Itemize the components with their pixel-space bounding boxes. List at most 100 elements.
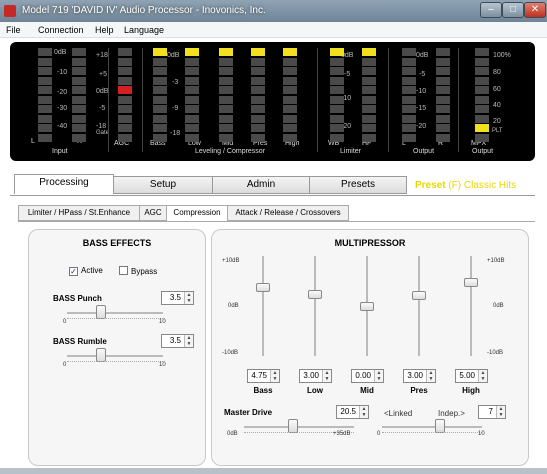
tab-admin[interactable]: Admin (212, 176, 310, 194)
band-pres-spinner[interactable]: 3.00 ▲ ▼ (403, 369, 436, 383)
band-pres-track (418, 256, 420, 356)
meter-segment (475, 105, 489, 113)
subtab-limiter[interactable]: Limiter / HPass / St.Enhance (18, 205, 140, 221)
spin-arrows-icon[interactable]: ▲ ▼ (426, 370, 435, 382)
meter-segment (402, 86, 416, 94)
bypass-checkbox[interactable]: Bypass (119, 266, 157, 276)
meter-segment (153, 133, 167, 142)
mpx-plt-label: PLT (492, 128, 503, 134)
meter-segment (283, 86, 297, 94)
menu-file[interactable]: File (6, 25, 21, 35)
spin-arrows-icon[interactable]: ▲ ▼ (496, 406, 505, 418)
spin-arrows-icon[interactable]: ▲ ▼ (184, 292, 193, 304)
lev-tick-1: -3 (172, 79, 179, 86)
menu-connection[interactable]: Connection (38, 25, 84, 35)
mpx-tick-2: 60 (493, 86, 501, 93)
subtab-agc[interactable]: AGC (139, 205, 167, 221)
band-mid-spinner[interactable]: 0.00 ▲ ▼ (351, 369, 384, 383)
bass-punch-label: BASS Punch (53, 294, 102, 303)
bass-punch-spinner[interactable]: 3.5 ▲ ▼ (161, 291, 194, 305)
link-slider[interactable] (435, 419, 445, 433)
close-button[interactable]: ✕ (524, 2, 546, 18)
menu-bar: File Connection Help Language (0, 22, 547, 38)
meter-segment (475, 57, 489, 66)
spin-arrows-icon[interactable]: ▲ ▼ (478, 370, 487, 382)
meter-segment (251, 57, 265, 66)
master-drive-slider[interactable] (288, 419, 298, 433)
preset-label: Preset (415, 180, 446, 191)
subtab-attack-release[interactable]: Attack / Release / Crossovers (227, 205, 349, 221)
bass-rumble-track (67, 355, 163, 357)
meter-segment (118, 95, 132, 104)
link-spinner[interactable]: 7 ▲ ▼ (478, 405, 506, 419)
meter-segment (436, 67, 450, 75)
input-tick-2: -20 (57, 89, 68, 96)
meter-segment (283, 76, 297, 85)
taskbar-strip (0, 468, 547, 474)
band-bass-value: 4.75 (251, 371, 267, 380)
input-tick-3: -30 (57, 105, 68, 112)
meter-segment (330, 48, 344, 56)
linked-label: <Linked (384, 409, 413, 418)
meter-segment (330, 57, 344, 66)
tab-presets[interactable]: Presets (309, 176, 407, 194)
active-checkbox[interactable]: ✓ Active (69, 266, 103, 276)
scale-mid-right: 0dB (493, 303, 504, 309)
minimize-button[interactable]: ‒ (480, 2, 502, 18)
meter-segment (251, 105, 265, 113)
tab-processing[interactable]: Processing (14, 174, 114, 194)
band-bass-spinner[interactable]: 4.75 ▲ ▼ (247, 369, 280, 383)
meter-segment (219, 105, 233, 113)
mpx-tick-3: 40 (493, 102, 501, 109)
menu-language[interactable]: Language (124, 25, 164, 35)
bass-punch-slider[interactable] (96, 305, 106, 319)
meter-segment (402, 76, 416, 85)
maximize-button[interactable]: □ (502, 2, 524, 18)
band-low-spinner[interactable]: 3.00 ▲ ▼ (299, 369, 332, 383)
bass-rumble-spinner[interactable]: 3.5 ▲ ▼ (161, 334, 194, 348)
bass-punch-max: 10 (159, 319, 166, 325)
mpx-caption: Output (472, 148, 494, 155)
spin-arrows-icon[interactable]: ▲ ▼ (184, 335, 193, 347)
band-high-spinner[interactable]: 5.00 ▲ ▼ (455, 369, 488, 383)
band-pres-fader[interactable] (412, 291, 426, 300)
band-high-label: High (462, 386, 480, 395)
meter-segment (283, 95, 297, 104)
indep-label: Indep.> (438, 409, 465, 418)
meter-segment (475, 86, 489, 94)
meter-segment (330, 114, 344, 123)
meter-segment (402, 114, 416, 123)
meter-segment (72, 133, 86, 142)
spin-arrows-icon[interactable]: ▲ ▼ (374, 370, 383, 382)
bass-punch-min: 0 (63, 319, 67, 325)
meter-divider (388, 48, 389, 152)
meter-segment (475, 48, 489, 56)
tab-setup[interactable]: Setup (113, 176, 213, 194)
bass-rumble-slider[interactable] (96, 348, 106, 362)
band-mid-fader[interactable] (360, 302, 374, 311)
leveling-caption: Leveling / Compressor (195, 148, 266, 155)
spin-arrows-icon[interactable]: ▲ ▼ (359, 406, 368, 418)
band-low-track (314, 256, 316, 356)
slider-ticks (382, 432, 482, 435)
band-pres-label: Pres (410, 386, 428, 395)
meter-segment (219, 114, 233, 123)
lim-tick-1: -5 (344, 71, 351, 78)
meter-segment (330, 124, 344, 132)
spin-arrows-icon[interactable]: ▲ ▼ (322, 370, 331, 382)
spin-arrows-icon[interactable]: ▲ ▼ (270, 370, 279, 382)
meter-segment (72, 95, 86, 104)
subtab-compression[interactable]: Compression (166, 205, 228, 221)
master-drive-spinner[interactable]: 20.5 ▲ ▼ (336, 405, 369, 419)
band-high-fader[interactable] (464, 278, 478, 287)
scale-top-right: +10dB (487, 258, 505, 264)
menu-help[interactable]: Help (95, 25, 114, 35)
band-bass-fader[interactable] (256, 283, 270, 292)
band-low-fader[interactable] (308, 290, 322, 299)
meter-segment (436, 76, 450, 85)
meter-segment (219, 67, 233, 75)
meter-segment (362, 67, 376, 75)
meter-segment (362, 76, 376, 85)
meter-segment (118, 67, 132, 75)
meter-segment (475, 67, 489, 75)
